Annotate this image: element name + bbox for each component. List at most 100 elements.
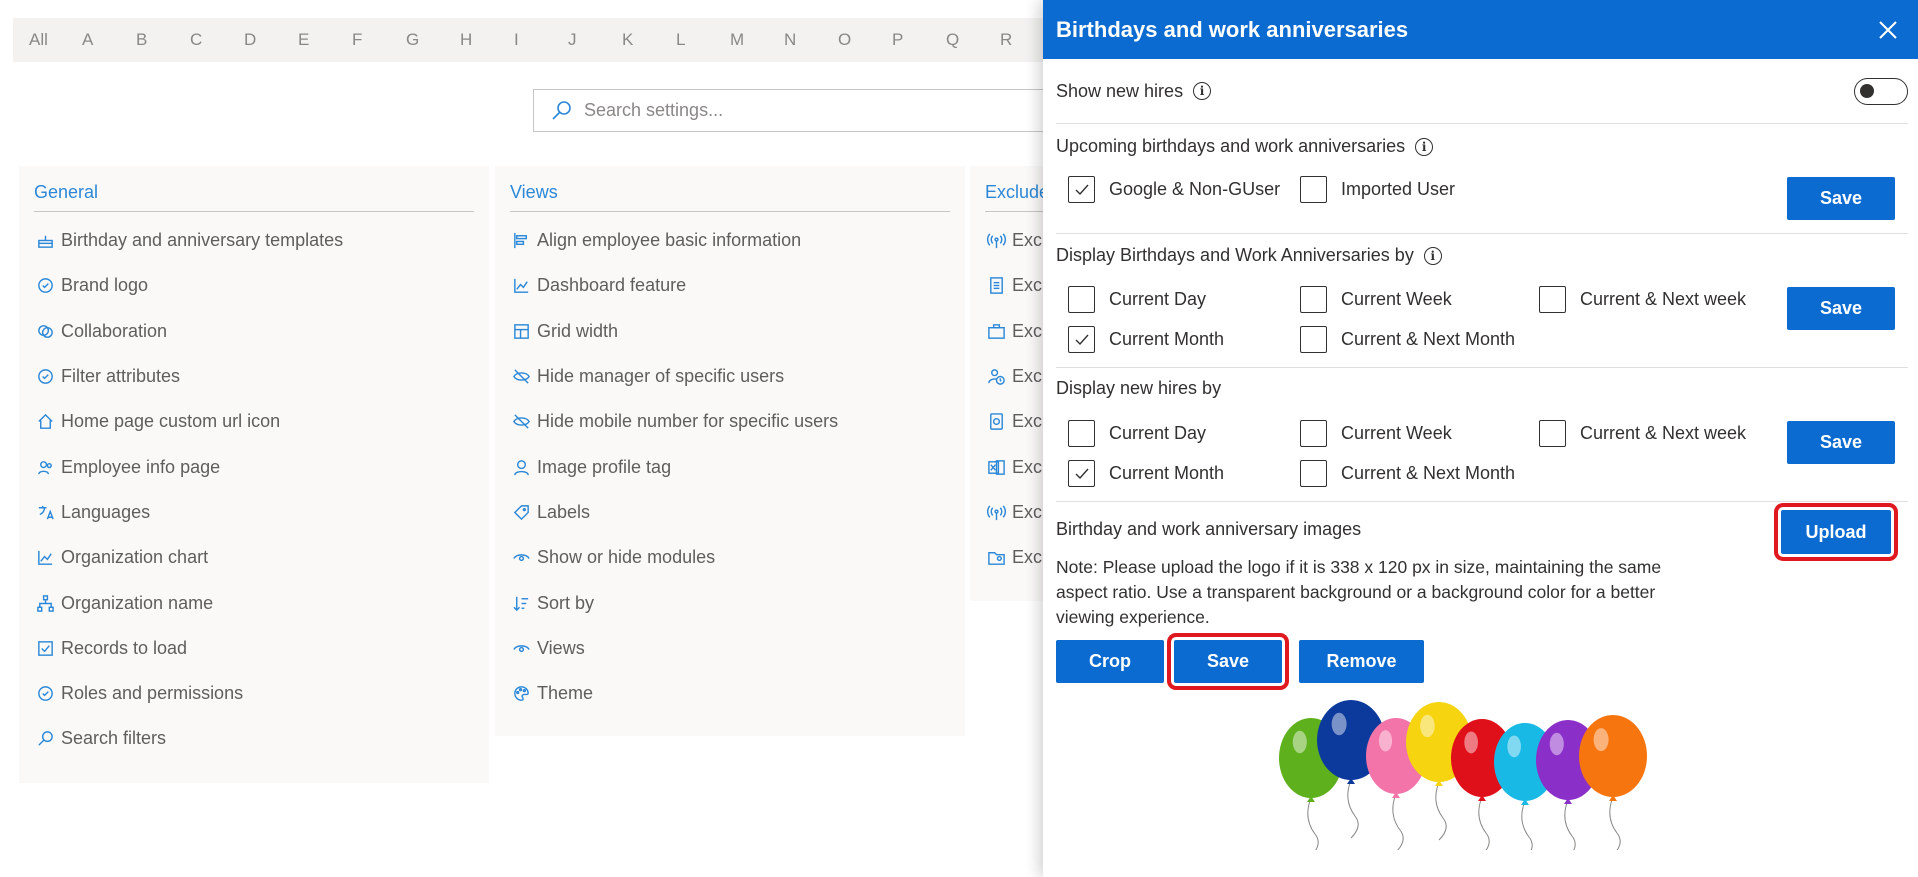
checkbox-unchecked[interactable] bbox=[1300, 460, 1327, 487]
upload-button[interactable]: Upload bbox=[1774, 503, 1898, 561]
settings-item-label: Image profile tag bbox=[537, 456, 672, 477]
checkbox-option[interactable]: Google & Non-GUser bbox=[1068, 176, 1280, 203]
checkbox-unchecked[interactable] bbox=[1068, 286, 1095, 313]
close-icon bbox=[1879, 20, 1897, 39]
alphabet-filter-l[interactable]: L bbox=[676, 30, 730, 50]
general-column: General Birthday and anniversary templat… bbox=[19, 166, 489, 783]
views-settings-item[interactable]: Align employee basic information bbox=[510, 218, 965, 263]
alphabet-filter-q[interactable]: Q bbox=[946, 30, 1000, 50]
crop-button[interactable]: Crop bbox=[1056, 640, 1164, 683]
views-settings-item[interactable]: Show or hide modules bbox=[510, 535, 965, 580]
checkbox-option[interactable]: Current & Next week bbox=[1539, 420, 1746, 447]
views-settings-item[interactable]: Theme bbox=[510, 671, 965, 716]
alphabet-filter-a[interactable]: A bbox=[82, 30, 136, 50]
info-icon[interactable]: i bbox=[1415, 137, 1434, 156]
info-icon[interactable]: i bbox=[1423, 246, 1442, 265]
checkbox-option[interactable]: Current & Next Month bbox=[1300, 460, 1515, 487]
general-settings-item[interactable]: Home page custom url icon bbox=[34, 399, 489, 444]
checkbox-option[interactable]: Current Month bbox=[1068, 460, 1224, 487]
eye-off-icon bbox=[512, 414, 530, 429]
checkbox-unchecked[interactable] bbox=[1068, 420, 1095, 447]
general-settings-item[interactable]: Languages bbox=[34, 490, 489, 535]
settings-item-label: Theme bbox=[537, 683, 594, 704]
views-settings-item[interactable]: Hide mobile number for specific users bbox=[510, 399, 965, 444]
general-settings-item[interactable]: Organization chart bbox=[34, 535, 489, 580]
alphabet-filter-p[interactable]: P bbox=[892, 30, 946, 50]
close-button[interactable] bbox=[1872, 14, 1904, 46]
alphabet-filter-n[interactable]: N bbox=[784, 30, 838, 50]
checkbox-option[interactable]: Current Day bbox=[1068, 286, 1206, 313]
person-icon bbox=[513, 459, 529, 475]
general-settings-item[interactable]: Birthday and anniversary templates bbox=[34, 218, 489, 263]
alphabet-filter-e[interactable]: E bbox=[298, 30, 352, 50]
broadcast-icon bbox=[985, 501, 1007, 523]
sort-icon bbox=[510, 592, 532, 614]
new-hires-save-button[interactable]: Save bbox=[1787, 421, 1895, 464]
general-settings-item[interactable]: Collaboration bbox=[34, 309, 489, 354]
checkbox-unchecked[interactable] bbox=[1300, 286, 1327, 313]
language-icon bbox=[38, 505, 54, 520]
alphabet-filter-b[interactable]: B bbox=[136, 30, 190, 50]
alphabet-filter-f[interactable]: F bbox=[352, 30, 406, 50]
checkbox-unchecked[interactable] bbox=[1300, 176, 1327, 203]
alphabet-filter-c[interactable]: C bbox=[190, 30, 244, 50]
views-settings-item[interactable]: Grid width bbox=[510, 309, 965, 354]
checkbox-option[interactable]: Current & Next Month bbox=[1300, 326, 1515, 353]
views-settings-item[interactable]: Dashboard feature bbox=[510, 263, 965, 308]
general-settings-item[interactable]: Filter attributes bbox=[34, 354, 489, 399]
excel-icon bbox=[987, 459, 1005, 475]
checkbox-checked[interactable] bbox=[1068, 460, 1095, 487]
checkbox-unchecked[interactable] bbox=[1539, 420, 1566, 447]
grid-icon bbox=[513, 323, 529, 339]
grid-icon bbox=[510, 320, 532, 342]
alphabet-filter-k[interactable]: K bbox=[622, 30, 676, 50]
checkbox-option[interactable]: Current Month bbox=[1068, 326, 1224, 353]
settings-item-label: Dashboard feature bbox=[537, 275, 687, 296]
checkbox-option[interactable]: Imported User bbox=[1300, 176, 1455, 203]
settings-item-label: Organization chart bbox=[61, 547, 209, 568]
views-settings-item[interactable]: Labels bbox=[510, 490, 965, 535]
checkbox-option[interactable]: Current Week bbox=[1300, 286, 1452, 313]
search-settings-input[interactable]: Search settings... bbox=[533, 89, 1073, 132]
info-icon[interactable]: i bbox=[1193, 82, 1212, 100]
alphabet-filter-m[interactable]: M bbox=[730, 30, 784, 50]
show-new-hires-toggle[interactable] bbox=[1854, 77, 1908, 105]
broadcast-icon bbox=[986, 233, 1006, 249]
display-by-save-button[interactable]: Save bbox=[1787, 287, 1895, 330]
alphabet-filter-all[interactable]: All bbox=[29, 30, 82, 50]
checkmark-icon bbox=[1075, 468, 1089, 479]
alphabet-filter-j[interactable]: J bbox=[568, 30, 622, 50]
general-settings-item[interactable]: Organization name bbox=[34, 580, 489, 625]
general-settings-item[interactable]: Records to load bbox=[34, 626, 489, 671]
general-settings-item[interactable]: Employee info page bbox=[34, 444, 489, 489]
records-icon bbox=[37, 640, 53, 656]
checkbox-unchecked[interactable] bbox=[1300, 326, 1327, 353]
general-settings-item[interactable]: Search filters bbox=[34, 716, 489, 761]
image-save-button[interactable]: Save bbox=[1167, 633, 1289, 690]
alphabet-filter-i[interactable]: I bbox=[514, 30, 568, 50]
general-settings-item[interactable]: Brand logo bbox=[34, 263, 489, 308]
settings-item-label: Sort by bbox=[537, 592, 595, 613]
checkbox-unchecked[interactable] bbox=[1539, 286, 1566, 313]
views-settings-item[interactable]: Hide manager of specific users bbox=[510, 354, 965, 399]
checkbox-checked[interactable] bbox=[1068, 176, 1095, 203]
alphabet-filter-d[interactable]: D bbox=[244, 30, 298, 50]
upcoming-save-button[interactable]: Save bbox=[1787, 177, 1895, 220]
checkbox-option[interactable]: Current & Next week bbox=[1539, 286, 1746, 313]
checkbox-option[interactable]: Current Day bbox=[1068, 420, 1206, 447]
views-settings-item[interactable]: Sort by bbox=[510, 580, 965, 625]
views-heading: Views bbox=[510, 166, 950, 212]
eye-icon bbox=[512, 644, 530, 652]
alphabet-filter-o[interactable]: O bbox=[838, 30, 892, 50]
checkbox-option[interactable]: Current Week bbox=[1300, 420, 1452, 447]
alphabet-filter-g[interactable]: G bbox=[406, 30, 460, 50]
broadcast-icon bbox=[986, 505, 1006, 521]
views-settings-item[interactable]: Image profile tag bbox=[510, 444, 965, 489]
checkbox-checked[interactable] bbox=[1068, 326, 1095, 353]
remove-button[interactable]: Remove bbox=[1299, 640, 1424, 683]
general-settings-item[interactable]: Roles and permissions bbox=[34, 671, 489, 716]
checkbox-unchecked[interactable] bbox=[1300, 420, 1327, 447]
alphabet-filter-h[interactable]: H bbox=[460, 30, 514, 50]
page: All A B C D E F G H I J K L M N O P Q R Search settings...… bbox=[0, 0, 1918, 877]
views-settings-item[interactable]: Views bbox=[510, 626, 965, 671]
